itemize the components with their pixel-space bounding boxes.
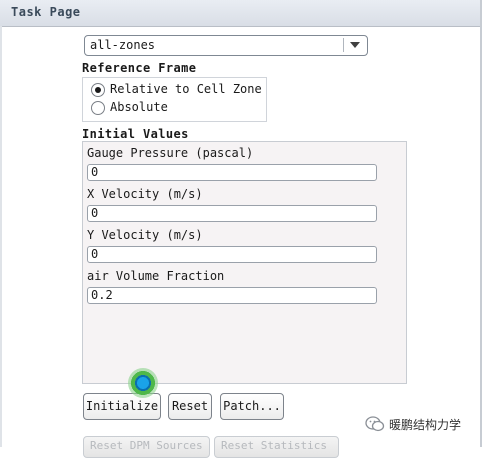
radio-label: Relative to Cell Zone xyxy=(110,82,262,96)
y-velocity-label: Y Velocity (m/s) xyxy=(87,228,203,242)
task-page-title-bar: Task Page xyxy=(0,0,482,27)
zone-select-separator xyxy=(343,38,344,52)
y-velocity-input[interactable]: 0 xyxy=(87,246,377,263)
radio-unselected-icon xyxy=(91,101,105,115)
air-volume-fraction-label: air Volume Fraction xyxy=(87,269,225,283)
reset-statistics-button[interactable]: Reset Statistics xyxy=(214,436,339,458)
reset-button[interactable]: Reset xyxy=(168,393,212,420)
wechat-logo-icon xyxy=(365,416,385,432)
reference-frame-group: Relative to Cell Zone Absolute xyxy=(82,77,267,122)
watermark-text: 暖鹏结构力学 xyxy=(389,418,462,432)
x-velocity-input[interactable]: 0 xyxy=(87,205,377,222)
panel-left-edge xyxy=(0,26,2,447)
x-velocity-label: X Velocity (m/s) xyxy=(87,187,203,201)
reset-dpm-sources-button[interactable]: Reset DPM Sources xyxy=(83,436,210,458)
click-highlight-cursor xyxy=(128,368,158,398)
zone-select[interactable]: all-zones xyxy=(84,35,368,56)
radio-label: Absolute xyxy=(110,100,168,114)
reference-frame-title: Reference Frame xyxy=(82,61,197,75)
chevron-down-icon[interactable] xyxy=(346,39,364,52)
air-volume-fraction-input[interactable]: 0.2 xyxy=(87,287,377,304)
initial-values-group: Gauge Pressure (pascal) 0 X Velocity (m/… xyxy=(82,141,407,384)
initial-values-title: Initial Values xyxy=(82,127,189,141)
radio-selected-icon xyxy=(91,83,105,97)
zone-select-value: all-zones xyxy=(90,38,156,52)
patch-button[interactable]: Patch... xyxy=(220,393,284,420)
gauge-pressure-label: Gauge Pressure (pascal) xyxy=(87,146,254,160)
initialize-button[interactable]: Initialize xyxy=(83,393,161,420)
task-page-title: Task Page xyxy=(11,5,81,19)
gauge-pressure-input[interactable]: 0 xyxy=(87,164,377,181)
